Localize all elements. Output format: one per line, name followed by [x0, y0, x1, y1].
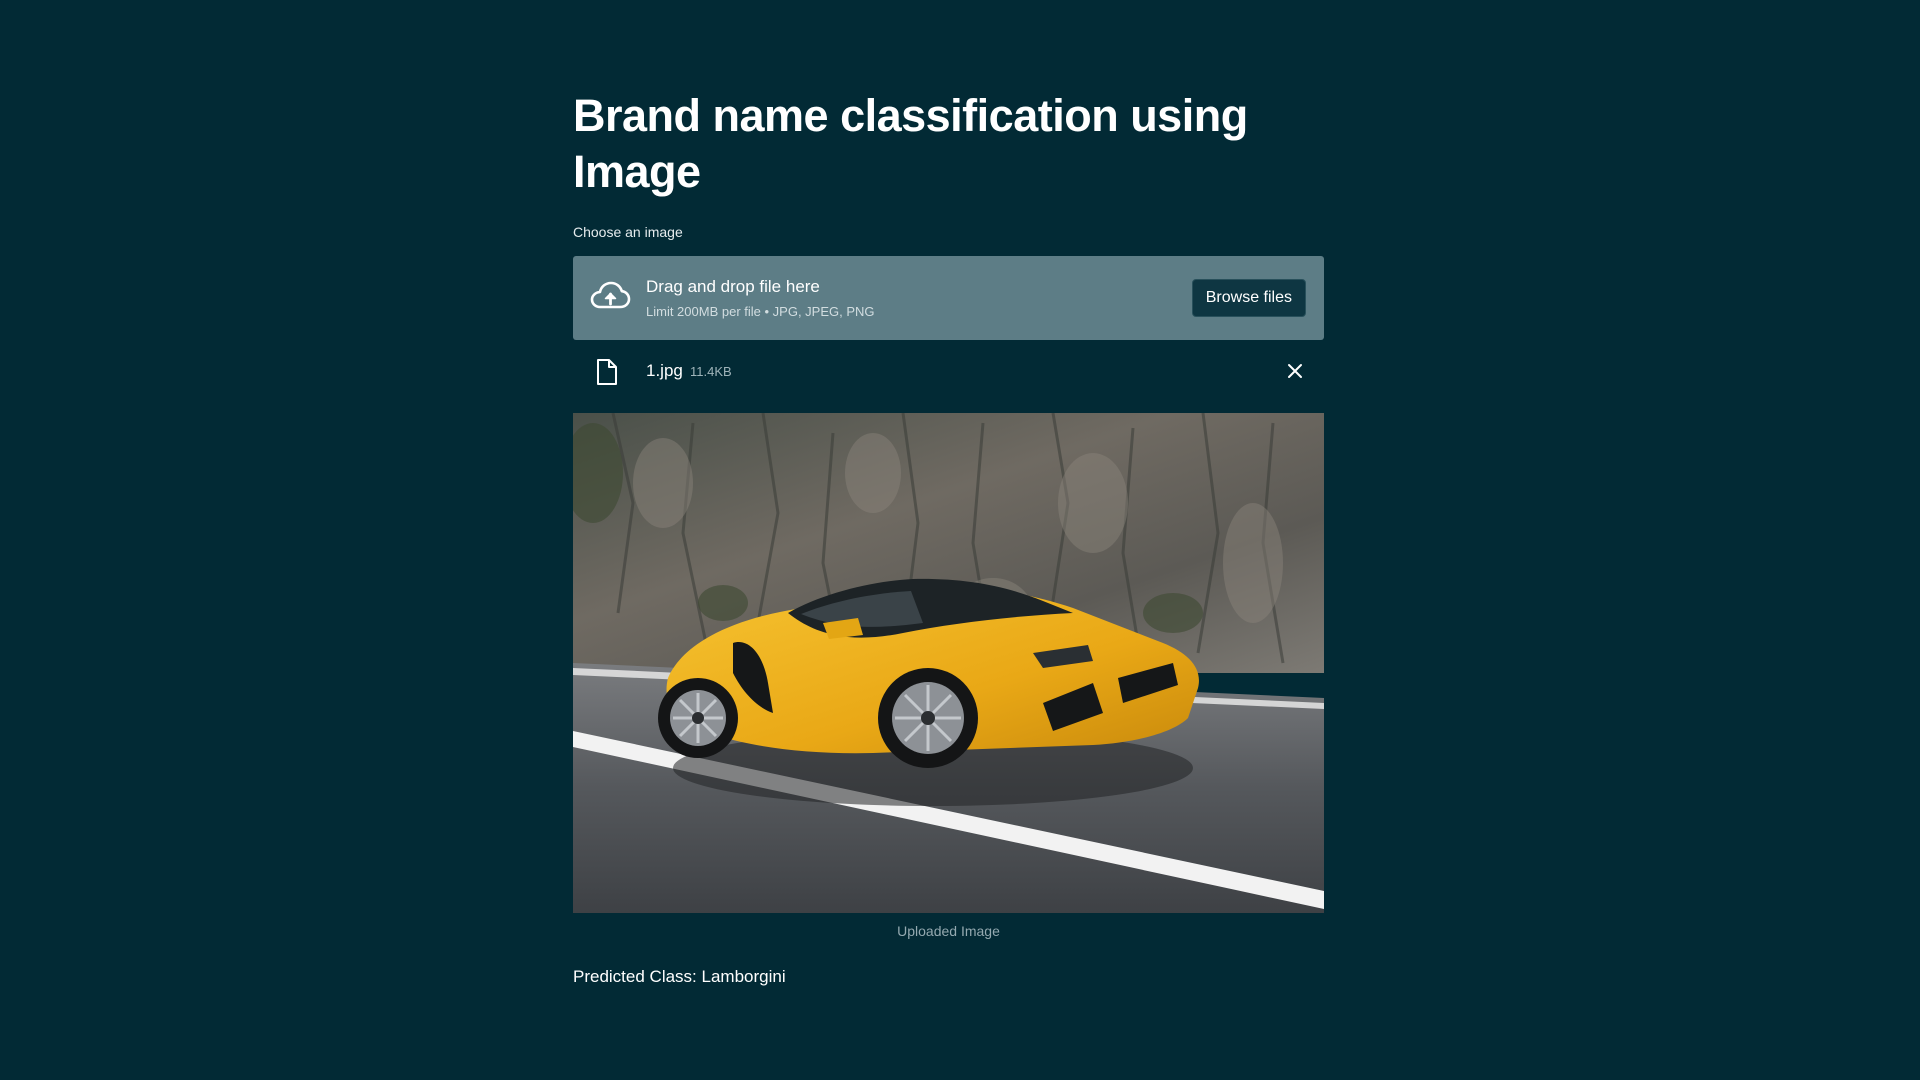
image-caption: Uploaded Image — [897, 923, 1000, 939]
browse-files-button[interactable]: Browse files — [1191, 279, 1306, 317]
uploaded-file-row: 1.jpg 11.4KB — [573, 352, 1324, 392]
close-icon[interactable] — [1284, 360, 1306, 382]
dropzone-instructions: Drag and drop file here Limit 200MB per … — [646, 276, 875, 320]
dropzone-limit: Limit 200MB per file • JPG, JPEG, PNG — [646, 304, 875, 319]
page-title: Brand name classification using Image — [573, 90, 1248, 197]
uploaded-image — [573, 413, 1324, 913]
uploader-label: Choose an image — [573, 224, 683, 240]
file-icon — [597, 359, 617, 385]
file-dropzone[interactable]: Drag and drop file here Limit 200MB per … — [573, 256, 1324, 340]
cloud-upload-icon — [590, 281, 631, 309]
prediction-result: Predicted Class: Lamborgini — [573, 967, 786, 986]
car-photo — [573, 413, 1324, 913]
file-size: 11.4KB — [690, 364, 732, 379]
dropzone-title: Drag and drop file here — [646, 277, 820, 296]
file-name: 1.jpg — [646, 361, 683, 380]
